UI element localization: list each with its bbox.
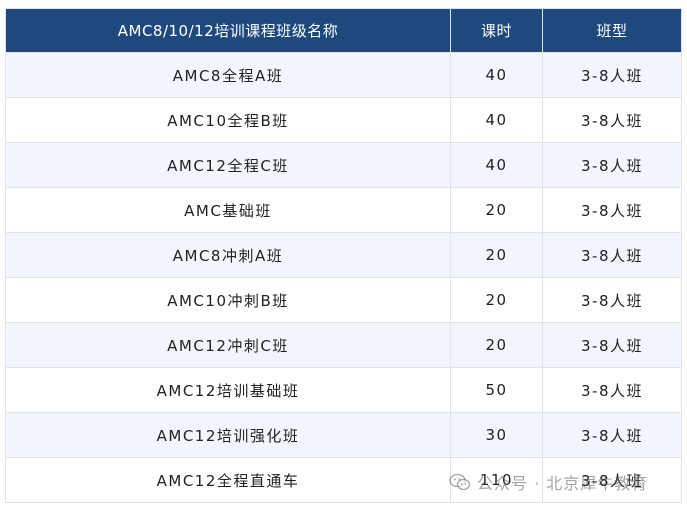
cell-course-name: AMC8冲刺A班 (5, 232, 451, 278)
cell-course-name: AMC12培训基础班 (5, 367, 451, 413)
table-row: AMC8全程A班 40 3-8人班 (5, 52, 682, 98)
cell-course-name: AMC12全程直通车 (5, 457, 451, 503)
cell-course-name: AMC8全程A班 (5, 52, 451, 98)
course-table-container: AMC8/10/12培训课程班级名称 课时 班型 AMC8全程A班 40 3-8… (5, 8, 682, 503)
cell-course-name: AMC12培训强化班 (5, 412, 451, 458)
cell-course-name: AMC12全程C班 (5, 142, 451, 188)
cell-hours: 40 (450, 52, 543, 98)
table-body: AMC8全程A班 40 3-8人班 AMC10全程B班 40 3-8人班 AMC… (5, 52, 682, 503)
cell-class-type: 3-8人班 (542, 412, 682, 458)
header-course-name: AMC8/10/12培训课程班级名称 (5, 8, 451, 53)
cell-course-name: AMC10冲刺B班 (5, 277, 451, 323)
cell-hours: 20 (450, 187, 543, 233)
cell-class-type: 3-8人班 (542, 187, 682, 233)
wechat-icon (449, 473, 471, 491)
cell-class-type: 3-8人班 (542, 97, 682, 143)
header-class-type: 班型 (542, 8, 682, 53)
watermark-text: 公众号 · 北京犀牛教育 (477, 474, 649, 493)
cell-class-type: 3-8人班 (542, 142, 682, 188)
cell-hours: 50 (450, 367, 543, 413)
table-row: AMC12培训强化班 30 3-8人班 (5, 412, 682, 458)
cell-course-name: AMC10全程B班 (5, 97, 451, 143)
table-row: AMC10冲刺B班 20 3-8人班 (5, 277, 682, 323)
watermark: 公众号 · 北京犀牛教育 (449, 469, 648, 495)
table-row: AMC12全程C班 40 3-8人班 (5, 142, 682, 188)
cell-hours: 20 (450, 232, 543, 278)
table-row: AMC8冲刺A班 20 3-8人班 (5, 232, 682, 278)
cell-hours: 20 (450, 277, 543, 323)
cell-hours: 30 (450, 412, 543, 458)
header-hours: 课时 (450, 8, 543, 53)
cell-hours: 20 (450, 322, 543, 368)
table-row: AMC基础班 20 3-8人班 (5, 187, 682, 233)
cell-course-name: AMC12冲刺C班 (5, 322, 451, 368)
header-row: AMC8/10/12培训课程班级名称 课时 班型 (5, 8, 682, 53)
cell-class-type: 3-8人班 (542, 232, 682, 278)
table-row: AMC10全程B班 40 3-8人班 (5, 97, 682, 143)
cell-course-name: AMC基础班 (5, 187, 451, 233)
cell-class-type: 3-8人班 (542, 367, 682, 413)
course-table: AMC8/10/12培训课程班级名称 课时 班型 AMC8全程A班 40 3-8… (5, 8, 682, 503)
cell-class-type: 3-8人班 (542, 277, 682, 323)
cell-hours: 40 (450, 97, 543, 143)
table-row: AMC12冲刺C班 20 3-8人班 (5, 322, 682, 368)
table-row: AMC12培训基础班 50 3-8人班 (5, 367, 682, 413)
cell-class-type: 3-8人班 (542, 52, 682, 98)
table-header: AMC8/10/12培训课程班级名称 课时 班型 (5, 8, 682, 53)
cell-hours: 40 (450, 142, 543, 188)
cell-class-type: 3-8人班 (542, 322, 682, 368)
